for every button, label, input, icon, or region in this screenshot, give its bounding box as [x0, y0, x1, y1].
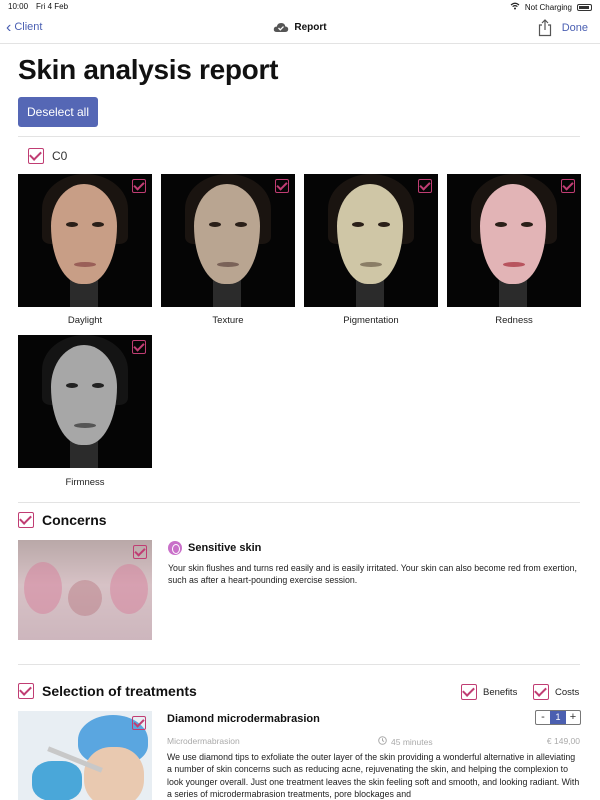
analysis-photo-daylight[interactable] [18, 174, 152, 307]
status-time: 10:00 [8, 2, 29, 11]
photo-label: Firmness [65, 477, 105, 488]
concern-title-text: Sensitive skin [188, 542, 262, 554]
photo-label: Texture [212, 315, 244, 326]
sensitive-skin-icon [168, 541, 182, 555]
analysis-group-header: C0 [28, 148, 67, 164]
treatment-checkbox[interactable] [132, 716, 146, 730]
concerns-header: Concerns [18, 512, 107, 528]
costs-toggle[interactable]: Costs [533, 684, 579, 700]
costs-checkbox[interactable] [533, 684, 549, 700]
analysis-photo-texture[interactable] [161, 174, 295, 307]
share-icon [538, 19, 552, 41]
battery-icon [577, 3, 592, 11]
divider [18, 664, 580, 665]
analysis-photo-redness[interactable] [447, 174, 581, 307]
increment-button[interactable]: + [566, 711, 580, 724]
group-label: C0 [52, 149, 68, 163]
group-checkbox[interactable] [28, 148, 44, 164]
charging-status: Not Charging [524, 2, 572, 12]
nav-title-text: Report [294, 22, 327, 33]
cloud-check-icon [273, 22, 289, 33]
quantity-value: 1 [550, 711, 566, 724]
concern-description: Your skin flushes and turns red easily a… [168, 563, 577, 586]
photo-checkbox[interactable] [561, 179, 575, 193]
costs-label: Costs [555, 686, 580, 698]
treatments-heading: Selection of treatments [42, 683, 197, 699]
face-image [194, 184, 260, 284]
clock-icon [378, 736, 387, 747]
face-image [51, 345, 117, 445]
photo-label: Daylight [67, 315, 103, 326]
done-button[interactable]: Done [562, 22, 588, 34]
divider [18, 136, 580, 137]
page-title: Skin analysis report [18, 54, 279, 85]
nav-title: Report [0, 22, 600, 33]
concern-checkbox[interactable] [133, 545, 147, 559]
treatment-price: € 149,00 [546, 736, 580, 746]
photo-checkbox[interactable] [132, 179, 146, 193]
analysis-photo-pigmentation[interactable] [304, 174, 438, 307]
treatment-photo[interactable] [18, 711, 152, 800]
face-image [337, 184, 403, 284]
treatment-category: Microdermabrasion [167, 736, 240, 746]
navigation-bar: ‹ Client Report Done [0, 14, 600, 44]
treatment-title: Diamond microdermabrasion [167, 713, 320, 725]
treatment-duration: 45 minutes [378, 736, 433, 747]
decrement-button[interactable]: - [536, 711, 550, 724]
benefits-toggle[interactable]: Benefits [461, 684, 517, 700]
photo-checkbox[interactable] [132, 340, 146, 354]
face-image [51, 184, 117, 284]
status-date: Fri 4 Feb [36, 2, 69, 11]
photo-label: Redness [495, 315, 533, 326]
benefits-checkbox[interactable] [461, 684, 477, 700]
treatments-header: Selection of treatments [18, 683, 197, 699]
wifi-icon [510, 2, 520, 12]
face-image [480, 184, 546, 284]
concern-title: Sensitive skin [168, 541, 261, 555]
deselect-all-button[interactable]: Deselect all [18, 97, 98, 127]
duration-text: 45 minutes [391, 736, 433, 747]
photo-label: Pigmentation [343, 315, 399, 326]
treatments-checkbox[interactable] [18, 683, 34, 699]
treatment-description: We use diamond tips to exfoliate the out… [167, 752, 580, 800]
benefits-label: Benefits [483, 686, 518, 698]
concerns-heading: Concerns [42, 512, 107, 528]
analysis-photo-firmness[interactable] [18, 335, 152, 468]
concerns-checkbox[interactable] [18, 512, 34, 528]
photo-checkbox[interactable] [418, 179, 432, 193]
divider [18, 502, 580, 503]
status-bar: 10:00 Fri 4 Feb Not Charging [0, 0, 600, 14]
quantity-stepper[interactable]: - 1 + [535, 710, 581, 725]
share-button[interactable] [538, 19, 552, 42]
concern-photo[interactable] [18, 540, 152, 640]
photo-checkbox[interactable] [275, 179, 289, 193]
